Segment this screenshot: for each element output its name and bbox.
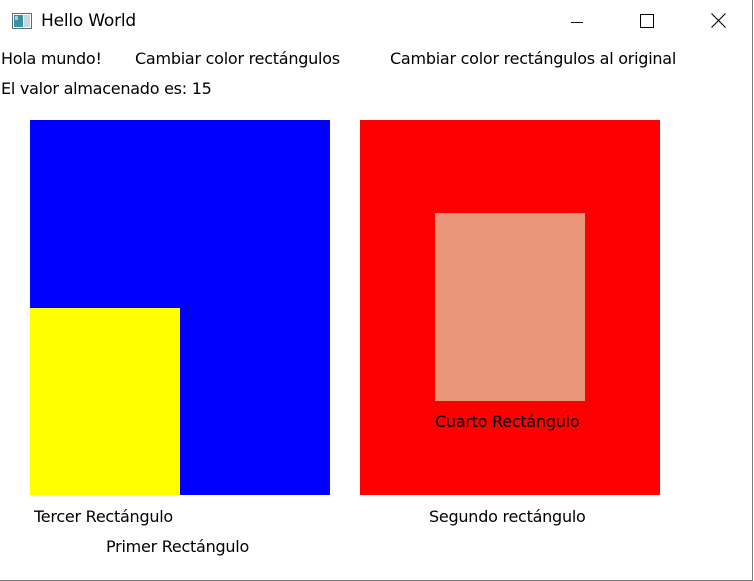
change-color-button[interactable]: Cambiar color rectángulos (135, 49, 340, 69)
minimize-button[interactable] (554, 0, 600, 44)
maximize-icon (640, 13, 654, 32)
third-rectangle (30, 308, 180, 495)
minimize-icon (571, 13, 583, 32)
second-rectangle-label: Segundo rectángulo (429, 507, 586, 526)
app-window-icon (12, 13, 32, 29)
stored-value-label: El valor almacenado es: 15 (1, 79, 212, 98)
restore-color-button[interactable]: Cambiar color rectángulos al original (390, 49, 676, 69)
title-bar[interactable]: Hello World (0, 0, 752, 44)
greeting-label: Hola mundo! (1, 49, 102, 68)
third-rectangle-label: Tercer Rectángulo (34, 507, 173, 526)
app-window: Hello World Hola mundo! Cambiar color re… (0, 0, 753, 581)
close-button[interactable] (695, 0, 741, 44)
close-icon (710, 12, 726, 32)
maximize-button[interactable] (624, 0, 670, 44)
window-title: Hello World (41, 11, 137, 31)
fourth-rectangle (435, 213, 585, 401)
first-rectangle-label: Primer Rectángulo (106, 537, 250, 556)
fourth-rectangle-label: Cuarto Rectángulo (435, 412, 580, 431)
